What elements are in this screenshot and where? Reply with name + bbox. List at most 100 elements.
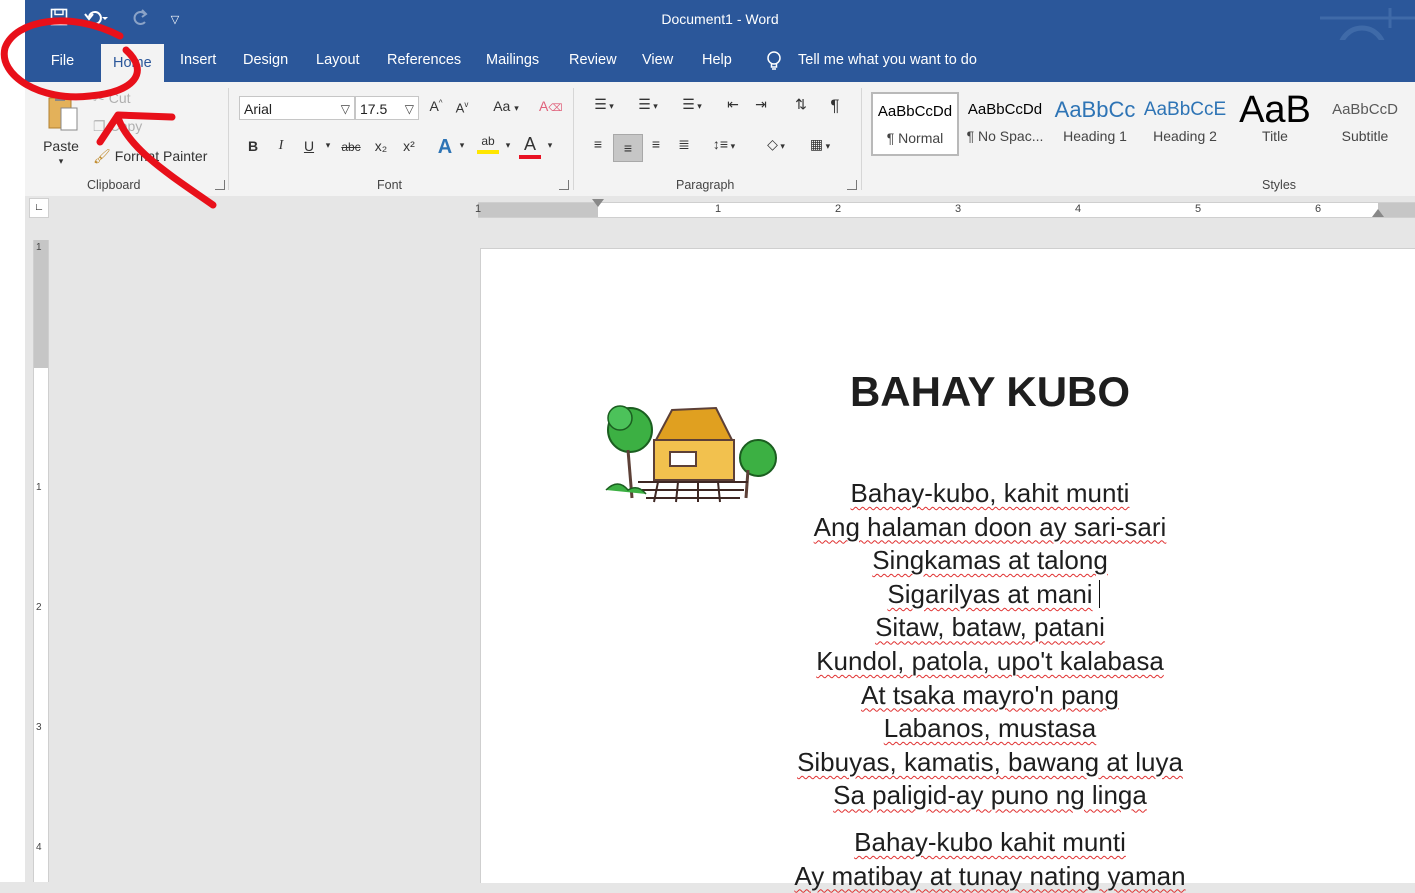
poem-line[interactable]: Sitaw, bataw, patani	[750, 611, 1230, 645]
tab-home[interactable]: Home	[101, 44, 164, 82]
numbering-icon[interactable]: ☰ ▾	[631, 96, 665, 113]
style-4[interactable]: AaBbCcE Heading 2	[1141, 92, 1229, 156]
poem-line[interactable]: Bahay-kubo, kahit munti	[750, 477, 1230, 511]
tab-references[interactable]: References	[387, 52, 461, 68]
vertical-ruler[interactable]: 1 1 2 3 4	[33, 240, 49, 882]
poem-line[interactable]: At tsaka mayro'n pang	[750, 679, 1230, 713]
paintbrush-icon: 🖌	[93, 148, 111, 164]
align-left-icon[interactable]: ≡	[587, 136, 609, 152]
shrink-font-icon[interactable]: Av	[453, 100, 471, 115]
decrease-indent-icon[interactable]: ⇤	[723, 96, 743, 113]
line-spacing-icon[interactable]: ↕≡ ▾	[707, 136, 741, 152]
tab-help[interactable]: Help	[702, 52, 732, 68]
justify-icon[interactable]: ≣	[673, 136, 695, 153]
poem-line[interactable]: Bahay-kubo kahit munti	[750, 826, 1230, 860]
sort-icon[interactable]: ⇅	[791, 96, 811, 113]
italic-button[interactable]: I	[273, 138, 289, 154]
clipboard-launcher-icon[interactable]	[215, 180, 225, 190]
copy-button[interactable]: ❐ Copy	[93, 118, 142, 138]
chevron-down-icon[interactable]: ▾	[457, 140, 467, 151]
paste-button[interactable]: Paste ▾	[39, 88, 83, 168]
multilevel-list-icon[interactable]: ☰ ▾	[675, 96, 709, 113]
strikethrough-button[interactable]: abc	[339, 140, 363, 154]
style-6[interactable]: AaBbCcD Subtitle	[1321, 92, 1409, 156]
bullets-icon[interactable]: ☰ ▾	[587, 96, 621, 113]
poem-line[interactable]: Ay matibay at tunay nating yaman	[750, 860, 1230, 893]
ribbon-home: Paste ▾ ✂ Cut ❐ Copy 🖌 Format Painter Clipb…	[25, 82, 1415, 197]
poem-stanza-2[interactable]: Bahay-kubo kahit munti Ay matibay at tuna…	[750, 826, 1230, 893]
format-painter-button[interactable]: 🖌 Format Painter	[93, 148, 207, 168]
tab-layout[interactable]: Layout	[316, 52, 360, 68]
chevron-down-icon[interactable]: ▾	[545, 140, 555, 151]
paste-label: Paste	[43, 138, 79, 154]
cut-button[interactable]: ✂ Cut	[93, 90, 131, 110]
style-3[interactable]: AaBbCc Heading 1	[1051, 92, 1139, 156]
poem-line[interactable]: Sibuyas, kamatis, bawang at luya	[750, 746, 1230, 780]
paragraph-launcher-icon[interactable]	[847, 180, 857, 190]
indent-marker-icon[interactable]	[592, 199, 604, 207]
text-effects-icon[interactable]: A	[435, 136, 455, 159]
font-name-combo[interactable]: Arial ▽	[239, 96, 355, 120]
font-name-value: Arial	[244, 101, 273, 117]
poem-line[interactable]: Labanos, mustasa	[750, 712, 1230, 746]
superscript-button[interactable]: x²	[399, 138, 419, 154]
ribbon-tab-bar: File Home Insert Design Layout Reference…	[25, 40, 1415, 82]
poem-line[interactable]: Sigarilyas at mani	[750, 578, 1230, 612]
tab-review[interactable]: Review	[569, 52, 617, 68]
poem-line[interactable]: Singkamas at talong	[750, 544, 1230, 578]
tab-selector-button[interactable]: ∟	[29, 198, 49, 218]
title-bar: ▽ Document1 - Word	[25, 0, 1415, 78]
tell-me-search[interactable]: Tell me what you want to do	[798, 52, 977, 68]
horizontal-ruler[interactable]: 1 1 2 3 4 5 6	[475, 199, 1415, 218]
bold-button[interactable]: B	[245, 138, 261, 154]
document-heading[interactable]: BAHAY KUBO	[800, 368, 1180, 416]
style-preview: AaBbCcD	[1332, 101, 1398, 118]
group-separator	[228, 88, 229, 190]
style-5[interactable]: AaB Title	[1231, 92, 1319, 156]
font-launcher-icon[interactable]	[559, 180, 569, 190]
style-preview: AaBbCcE	[1143, 99, 1227, 120]
style-2[interactable]: AaBbCcDd ¶ No Spac...	[961, 92, 1049, 156]
tab-mailings[interactable]: Mailings	[486, 52, 539, 68]
ruler-number: 1	[475, 203, 482, 215]
poem-line[interactable]: Kundol, patola, upo't kalabasa	[750, 645, 1230, 679]
tab-insert[interactable]: Insert	[180, 52, 216, 68]
tab-view[interactable]: View	[642, 52, 673, 68]
ruler-top-margin	[34, 240, 48, 368]
show-marks-button[interactable]: ¶	[825, 96, 845, 116]
poem-stanza-1[interactable]: Bahay-kubo, kahit munti Ang halaman doon …	[750, 477, 1230, 813]
borders-icon[interactable]: ▦ ▾	[803, 136, 837, 153]
chevron-down-icon: ▽	[404, 102, 414, 116]
chevron-down-icon[interactable]: ▾	[503, 140, 513, 151]
poem-line[interactable]: Sa paligid-ay puno ng linga	[750, 779, 1230, 813]
window-title: Document1 - Word	[661, 11, 779, 27]
tab-design[interactable]: Design	[243, 52, 288, 68]
underline-button[interactable]: U	[301, 138, 317, 154]
font-size-combo[interactable]: 17.5 ▽	[355, 96, 419, 120]
highlight-color-icon[interactable]: ab	[477, 134, 499, 154]
align-right-icon[interactable]: ≡	[645, 136, 667, 152]
ruler-number: 5	[1195, 203, 1202, 215]
clipboard-group-label: Clipboard	[87, 178, 141, 192]
align-center-icon[interactable]: ≡	[613, 134, 643, 162]
change-case-button[interactable]: Aa ▾	[489, 98, 523, 114]
group-separator	[861, 88, 862, 190]
increase-indent-icon[interactable]: ⇥	[751, 96, 771, 113]
copy-icon: ❐	[93, 118, 106, 134]
shading-icon[interactable]: ◇ ▾	[759, 136, 793, 153]
ruler-number: 4	[36, 842, 42, 853]
style-1[interactable]: AaBbCcDd ¶ Normal	[871, 92, 959, 156]
tab-file[interactable]: File	[25, 40, 100, 82]
ruler-left-margin	[478, 203, 598, 217]
font-group-label: Font	[377, 178, 403, 192]
chevron-down-icon[interactable]: ▾	[323, 140, 333, 151]
grow-font-icon[interactable]: A^	[427, 98, 445, 114]
poem-line[interactable]: Ang halaman doon ay sari-sari	[750, 511, 1230, 545]
style-name: Subtitle	[1341, 128, 1389, 144]
clear-formatting-icon[interactable]: A⌫	[539, 98, 562, 114]
subscript-button[interactable]: x₂	[371, 138, 391, 154]
font-color-icon[interactable]: A	[519, 134, 541, 159]
style-name: Title	[1262, 128, 1288, 144]
paragraph-group-label: Paragraph	[676, 178, 735, 192]
right-indent-marker-icon[interactable]	[1372, 209, 1384, 217]
